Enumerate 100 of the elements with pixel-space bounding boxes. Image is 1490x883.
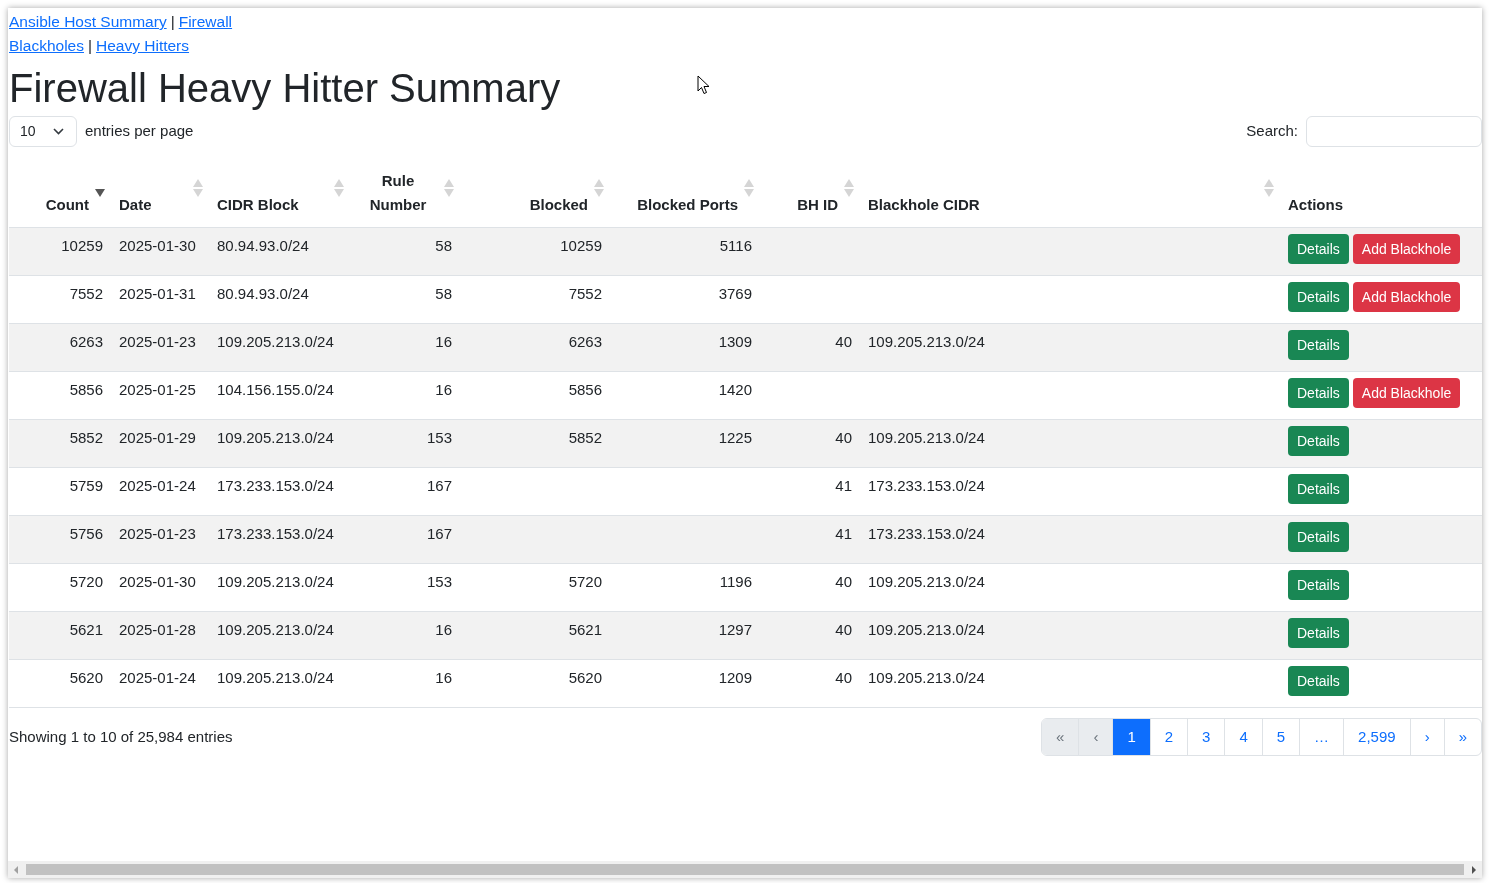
- table-cell: 5856: [568, 381, 602, 398]
- details-button[interactable]: Details: [1288, 282, 1349, 312]
- table-cell: 58: [435, 285, 452, 302]
- table-cell: 16: [435, 381, 452, 398]
- column-header[interactable]: CIDR Block: [217, 196, 299, 213]
- table-cell: 10259: [61, 237, 103, 254]
- table-cell: 41: [835, 477, 852, 494]
- details-button[interactable]: Details: [1288, 378, 1349, 408]
- page-link[interactable]: 2: [1149, 719, 1188, 755]
- table-cell: 2025-01-23: [119, 525, 196, 542]
- table-cell: 40: [835, 333, 852, 350]
- page-link[interactable]: 2,599: [1343, 719, 1410, 755]
- column-header[interactable]: Count: [45, 193, 89, 217]
- table-cell: 80.94.93.0/24: [217, 285, 309, 302]
- table-cell: 2025-01-30: [119, 237, 196, 254]
- table-cell: 5852: [568, 429, 602, 446]
- table-cell: 173.233.153.0/24: [868, 525, 985, 542]
- mouse-pointer-icon: [697, 75, 710, 95]
- details-button[interactable]: Details: [1288, 522, 1349, 552]
- column-header[interactable]: BH ID: [797, 193, 838, 217]
- page-link[interactable]: »: [1443, 719, 1481, 755]
- table-cell: 6263: [568, 333, 602, 350]
- page-link[interactable]: 1: [1112, 719, 1150, 755]
- table-cell: 5621: [69, 621, 103, 638]
- table-cell: 16: [435, 669, 452, 686]
- page-link[interactable]: 4: [1224, 719, 1262, 755]
- details-button[interactable]: Details: [1288, 426, 1349, 456]
- details-button[interactable]: Details: [1288, 474, 1349, 504]
- table-cell: 109.205.213.0/24: [868, 573, 985, 590]
- table-cell: 16: [435, 333, 452, 350]
- table-cell: 1225: [718, 429, 752, 446]
- table-cell: 5620: [568, 669, 602, 686]
- table-cell: 5720: [69, 573, 103, 590]
- table-cell: 167: [426, 477, 452, 494]
- table-cell: 5116: [719, 237, 752, 254]
- table-cell: 109.205.213.0/24: [217, 669, 334, 686]
- table-cell: 5620: [69, 669, 103, 686]
- table-cell: 1209: [718, 669, 752, 686]
- details-button[interactable]: Details: [1288, 330, 1349, 360]
- table-cell: 40: [835, 573, 852, 590]
- table-cell: 109.205.213.0/24: [868, 429, 985, 446]
- table-cell: 40: [835, 429, 852, 446]
- nav-link[interactable]: Ansible Host Summary: [9, 13, 167, 30]
- table-cell: 2025-01-31: [119, 285, 196, 302]
- table-cell: 10259: [560, 237, 602, 254]
- table-cell: 2025-01-29: [119, 429, 196, 446]
- nav-link[interactable]: Firewall: [178, 13, 233, 30]
- details-button[interactable]: Details: [1288, 234, 1349, 264]
- page-link[interactable]: 3: [1187, 719, 1225, 755]
- table-cell: 173.233.153.0/24: [217, 477, 334, 494]
- table-cell: 109.205.213.0/24: [868, 333, 985, 350]
- nav-link[interactable]: Heavy Hitters: [96, 37, 190, 54]
- details-button[interactable]: Details: [1288, 618, 1349, 648]
- table-cell: 2025-01-24: [119, 669, 196, 686]
- details-button[interactable]: Details: [1288, 570, 1349, 600]
- scrollbar-thumb[interactable]: [26, 864, 1464, 875]
- table-cell: 40: [835, 669, 852, 686]
- search-label: Search:: [1246, 121, 1298, 142]
- details-button[interactable]: Details: [1288, 666, 1349, 696]
- column-header[interactable]: Blocked: [529, 193, 588, 217]
- table-cell: 2025-01-25: [119, 381, 196, 398]
- table-cell: 2025-01-30: [119, 573, 196, 590]
- add-blackhole-button[interactable]: Add Blackhole: [1352, 282, 1461, 312]
- table-cell: 1309: [718, 333, 752, 350]
- table-cell: 1297: [718, 621, 752, 638]
- table-cell: 2025-01-24: [119, 477, 196, 494]
- table-cell: 153: [426, 429, 452, 446]
- column-header[interactable]: Blackhole CIDR: [868, 196, 980, 213]
- table-cell: 5720: [568, 573, 602, 590]
- page-link[interactable]: ›: [1409, 719, 1444, 755]
- table-cell: 3769: [718, 285, 752, 302]
- add-blackhole-button[interactable]: Add Blackhole: [1352, 234, 1461, 264]
- table-cell: 6263: [69, 333, 103, 350]
- horizontal-scrollbar[interactable]: [8, 861, 1482, 878]
- separator: |: [87, 37, 92, 54]
- chevron-down-icon: [53, 128, 64, 135]
- add-blackhole-button[interactable]: Add Blackhole: [1352, 378, 1461, 408]
- column-header[interactable]: Rule Number: [358, 169, 438, 217]
- page-title: Firewall Heavy Hitter Summary: [9, 65, 561, 112]
- table-cell: 5756: [69, 525, 103, 542]
- table-cell: 109.205.213.0/24: [217, 333, 334, 350]
- entries-per-page-select[interactable]: 10: [9, 116, 77, 147]
- table-cell: 109.205.213.0/24: [217, 429, 334, 446]
- table-cell: 5856: [69, 381, 103, 398]
- table-cell: 40: [835, 621, 852, 638]
- scroll-right-icon[interactable]: [1470, 865, 1478, 874]
- table-info: Showing 1 to 10 of 25,984 entries: [9, 726, 233, 747]
- page-link[interactable]: 5: [1261, 719, 1300, 755]
- nav-link[interactable]: Blackholes: [9, 37, 84, 54]
- table-cell: 109.205.213.0/24: [217, 621, 334, 638]
- table-cell: 153: [426, 573, 452, 590]
- search-field[interactable]: [1306, 116, 1482, 147]
- column-header[interactable]: Blocked Ports: [637, 193, 738, 217]
- scroll-left-icon[interactable]: [12, 865, 20, 874]
- table-cell: 2025-01-28: [119, 621, 196, 638]
- page-link[interactable]: …: [1299, 719, 1344, 755]
- separator: |: [170, 13, 175, 30]
- table-cell: 5852: [69, 429, 103, 446]
- table-cell: 104.156.155.0/24: [217, 381, 334, 398]
- column-header[interactable]: Date: [119, 196, 152, 213]
